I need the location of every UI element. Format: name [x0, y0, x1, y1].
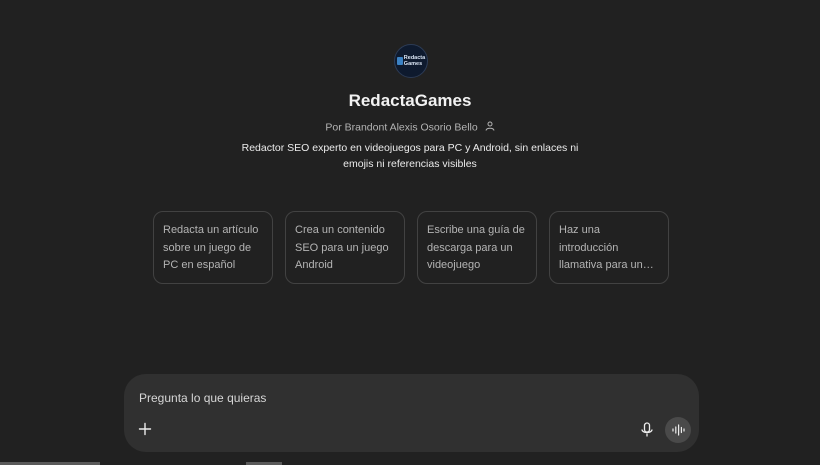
starter-card[interactable]: Crea un contenido SEO para un juego Andr…: [285, 211, 405, 284]
conversation-starters: Redacta un artículo sobre un juego de PC…: [153, 211, 669, 284]
voice-mode-icon: [672, 424, 685, 436]
gpt-description: Redactor SEO experto en videojuegos para…: [241, 142, 579, 170]
gpt-title: RedactaGames: [348, 91, 472, 110]
avatar-logo-line2: Games: [403, 61, 423, 67]
dictate-button[interactable]: [638, 421, 656, 439]
gpt-author-text: Por Brandont Alexis Osorio Bello: [325, 121, 478, 134]
user-icon[interactable]: [485, 121, 495, 134]
gpt-avatar: Redacta Games: [394, 44, 428, 78]
attach-button[interactable]: [136, 420, 154, 438]
avatar-logo-text: Redacta Games: [404, 55, 425, 67]
voice-mode-button[interactable]: [665, 417, 691, 443]
microphone-icon: [641, 422, 653, 437]
message-composer: [124, 374, 699, 452]
gpt-author: Por Brandont Alexis Osorio Bello: [0, 121, 820, 134]
plus-icon: [138, 422, 152, 436]
prompt-input[interactable]: [139, 389, 589, 407]
starter-card[interactable]: Escribe una guía de descarga para un vid…: [417, 211, 537, 284]
gamepad-icon: [396, 57, 403, 65]
gpt-home-page: Redacta Games RedactaGames Por Brandont …: [0, 0, 820, 465]
starter-card[interactable]: Redacta un artículo sobre un juego de PC…: [153, 211, 273, 284]
starter-card[interactable]: Haz una introducción llamativa para un…: [549, 211, 669, 284]
